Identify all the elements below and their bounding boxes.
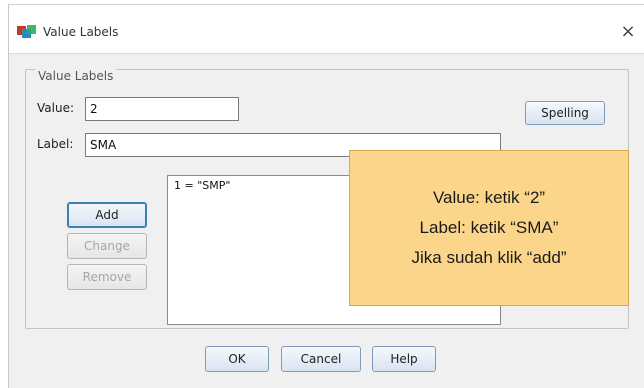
instruction-line-2: Label: ketik “SMA” [419,218,559,237]
close-button[interactable]: × [615,21,641,43]
spelling-button[interactable]: Spelling [525,101,605,125]
value-input[interactable] [85,97,239,121]
ok-button[interactable]: OK [205,346,269,372]
instruction-line-1: Value: ketik “2” [432,188,546,207]
window-title: Value Labels [43,25,119,39]
remove-button[interactable]: Remove [67,264,147,290]
value-label: Value: [37,101,74,115]
label-label: Label: [37,137,74,151]
instruction-line-3: Jika sudah klik “add” [411,248,567,267]
help-button[interactable]: Help [372,346,436,372]
title-bar[interactable]: Value Labels × [9,5,644,54]
spss-app-icon [16,23,38,41]
add-button[interactable]: Add [67,202,147,228]
instruction-callout: Value: ketik “2” Label: ketik “SMA” Jika… [349,150,629,306]
change-button[interactable]: Change [67,233,147,259]
cancel-button[interactable]: Cancel [281,346,361,372]
group-legend: Value Labels [35,69,117,83]
